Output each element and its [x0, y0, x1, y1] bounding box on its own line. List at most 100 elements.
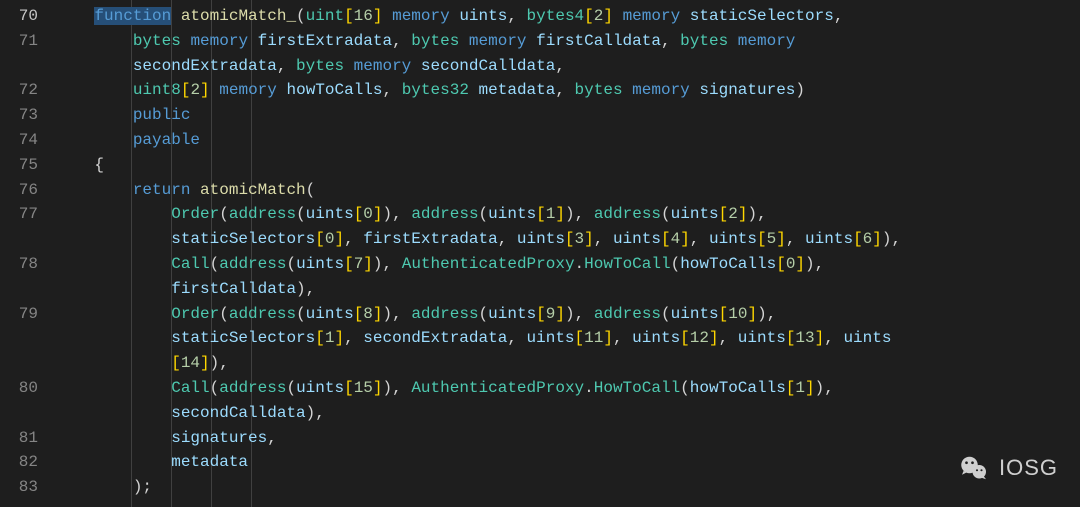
- code-editor[interactable]: 7071 727374757677 78 79 80 818283 functi…: [0, 0, 1080, 507]
- code-token: [56, 305, 171, 323]
- code-area[interactable]: function atomicMatch_(uint[16] memory ui…: [56, 0, 901, 507]
- code-token: (: [671, 255, 681, 273]
- code-line[interactable]: staticSelectors[0], firstExtradata, uint…: [56, 227, 901, 252]
- code-token: howToCalls: [680, 255, 776, 273]
- code-line[interactable]: Order(address(uints[0]), address(uints[1…: [56, 202, 901, 227]
- code-token: bytes: [575, 81, 623, 99]
- code-line[interactable]: [14]),: [56, 351, 901, 376]
- code-token: metadata: [479, 81, 556, 99]
- code-token: memory: [469, 32, 527, 50]
- code-line[interactable]: );: [56, 475, 901, 500]
- code-token: 8: [363, 305, 373, 323]
- code-token: [: [786, 379, 796, 397]
- code-token: [56, 156, 94, 174]
- code-token: (: [479, 205, 489, 223]
- code-token: ,: [392, 379, 411, 397]
- code-token: 7: [354, 255, 364, 273]
- code-line[interactable]: staticSelectors[1], secondExtradata, uin…: [56, 326, 901, 351]
- code-token: uint: [306, 7, 344, 25]
- code-token: secondExtradata: [133, 57, 277, 75]
- code-token: [: [575, 329, 585, 347]
- code-token: [411, 57, 421, 75]
- code-token: ,: [392, 305, 411, 323]
- code-token: ,: [507, 7, 526, 25]
- code-token: [: [315, 329, 325, 347]
- code-token: secondExtradata: [363, 329, 507, 347]
- code-token: ,: [575, 305, 594, 323]
- code-line[interactable]: return atomicMatch(: [56, 178, 901, 203]
- code-token: ,: [392, 32, 411, 50]
- code-token: [: [315, 230, 325, 248]
- code-line[interactable]: Call(address(uints[15]), AuthenticatedPr…: [56, 376, 901, 401]
- code-line[interactable]: uint8[2] memory howToCalls, bytes32 meta…: [56, 78, 901, 103]
- code-token: ]: [680, 230, 690, 248]
- code-token: uint8: [133, 81, 181, 99]
- code-token: ): [795, 81, 805, 99]
- code-token: [56, 453, 171, 471]
- code-token: (: [210, 379, 220, 397]
- code-token: [: [584, 7, 594, 25]
- code-token: ]: [373, 305, 383, 323]
- code-line[interactable]: firstCalldata),: [56, 277, 901, 302]
- code-token: atomicMatch_: [181, 7, 296, 25]
- code-token: address: [411, 305, 478, 323]
- code-line[interactable]: bytes memory firstExtradata, bytes memor…: [56, 29, 901, 54]
- code-line[interactable]: {: [56, 153, 901, 178]
- code-token: memory: [632, 81, 690, 99]
- code-token: (: [210, 255, 220, 273]
- code-token: ]: [776, 230, 786, 248]
- code-token: memory: [738, 32, 796, 50]
- code-token: [56, 7, 94, 25]
- code-token: [: [786, 329, 796, 347]
- code-line[interactable]: Order(address(uints[8]), address(uints[9…: [56, 302, 901, 327]
- code-line[interactable]: metadata: [56, 450, 901, 475]
- code-line[interactable]: secondExtradata, bytes memory secondCall…: [56, 54, 901, 79]
- code-token: (: [296, 205, 306, 223]
- code-token: [210, 81, 220, 99]
- code-token: [56, 404, 171, 422]
- code-line[interactable]: signatures,: [56, 426, 901, 451]
- code-token: ,: [690, 230, 709, 248]
- code-token: uints: [805, 230, 853, 248]
- code-token: ]: [795, 255, 805, 273]
- code-token: ]: [334, 230, 344, 248]
- code-token: uints: [459, 7, 507, 25]
- code-token: staticSelectors: [690, 7, 834, 25]
- code-line[interactable]: secondCalldata),: [56, 401, 901, 426]
- code-token: ,: [786, 230, 805, 248]
- line-number: 71: [0, 29, 38, 54]
- code-token: [56, 230, 171, 248]
- code-line[interactable]: public: [56, 103, 901, 128]
- code-token: ,: [575, 205, 594, 223]
- code-token: ]: [373, 205, 383, 223]
- code-token: 1: [546, 205, 556, 223]
- code-line[interactable]: Call(address(uints[7]), AuthenticatedPro…: [56, 252, 901, 277]
- code-token: uints: [296, 379, 344, 397]
- code-line[interactable]: function atomicMatch_(uint[16] memory ui…: [56, 4, 901, 29]
- code-token: [: [719, 305, 729, 323]
- code-line[interactable]: payable: [56, 128, 901, 153]
- code-token: atomicMatch: [200, 181, 306, 199]
- code-token: ]: [200, 81, 210, 99]
- code-token: uints: [296, 255, 344, 273]
- code-token: firstCalldata: [171, 280, 296, 298]
- code-token: memory: [623, 7, 681, 25]
- code-token: howToCalls: [690, 379, 786, 397]
- code-token: 11: [584, 329, 603, 347]
- code-token: address: [219, 255, 286, 273]
- code-token: (: [219, 205, 229, 223]
- code-token: [171, 7, 181, 25]
- code-token: ): [757, 305, 767, 323]
- code-token: ]: [815, 329, 825, 347]
- code-token: [56, 429, 171, 447]
- line-number: 79: [0, 302, 38, 327]
- code-token: memory: [392, 7, 450, 25]
- code-token: Order: [171, 305, 219, 323]
- code-token: [56, 106, 133, 124]
- line-number: 81: [0, 426, 38, 451]
- code-token: (: [680, 379, 690, 397]
- code-token: memory: [219, 81, 277, 99]
- line-number-gutter: 7071 727374757677 78 79 80 818283: [0, 0, 56, 507]
- code-token: (: [479, 305, 489, 323]
- code-token: [181, 32, 191, 50]
